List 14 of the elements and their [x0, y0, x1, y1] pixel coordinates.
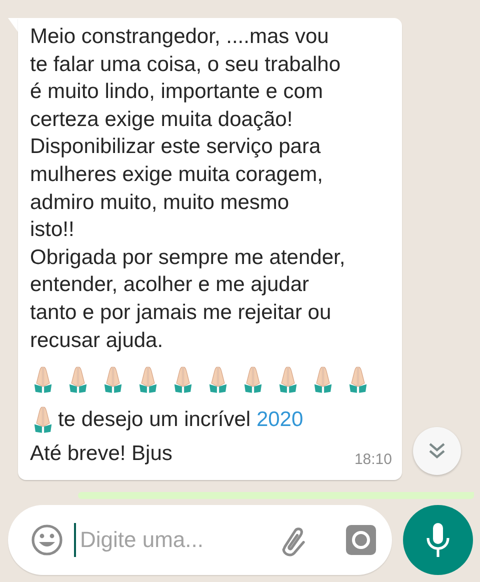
message-text: Obrigada por sempre me atender, entender, acolher e me ajudar tanto e por jamais me rejeitar ou recusar ajuda.: [30, 244, 346, 354]
scroll-down-button[interactable]: [413, 427, 461, 475]
camera-button[interactable]: [346, 525, 376, 555]
message-text: Até breve! Bjus: [30, 441, 172, 468]
year-link[interactable]: 2020: [256, 408, 304, 432]
message-text: Meio constrangedor, ....mas vou te falar uma coisa, o seu trabalho é muito lindo, importante e com certeza exige muita doação!: [30, 24, 342, 133]
double-chevron-down-icon: [427, 441, 447, 461]
smiley-icon: [30, 523, 64, 557]
microphone-icon: [425, 521, 451, 559]
camera-icon: [346, 525, 376, 555]
emoji-button[interactable]: [30, 523, 64, 557]
message-text: Disponibilizar este serviço para mulheres exige muita coragem, admiro muito, muito mesmo isto!!: [30, 134, 324, 244]
message-time: 18:10: [354, 452, 392, 468]
message-text: te desejo um incrível 2020: [58, 407, 304, 434]
